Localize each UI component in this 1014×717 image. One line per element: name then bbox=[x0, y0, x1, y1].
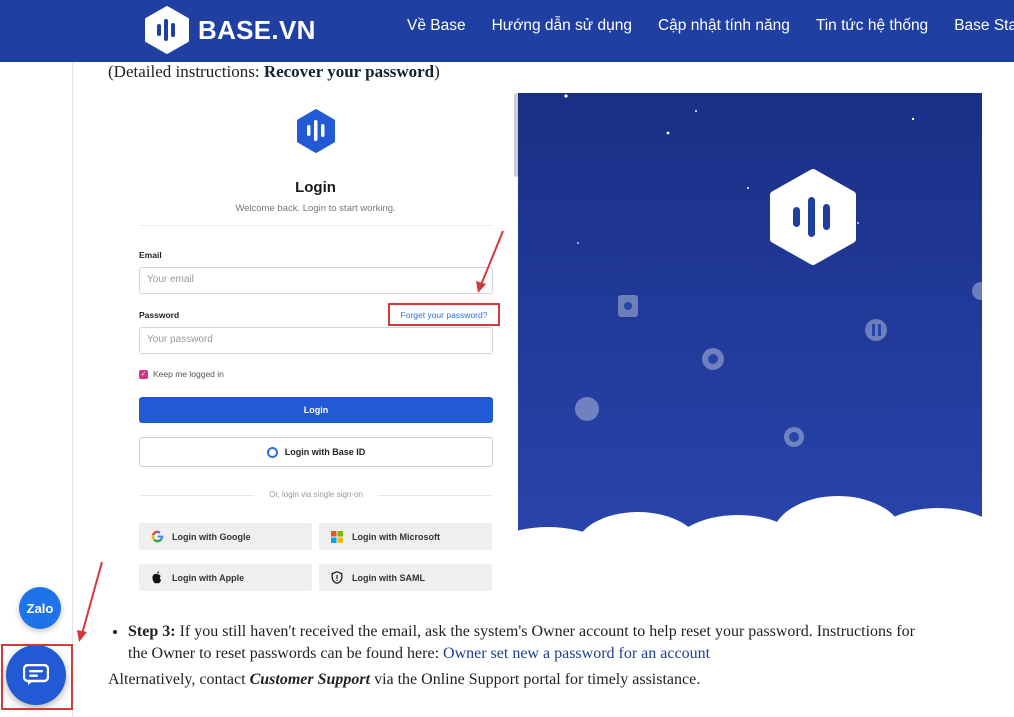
nav-link-guide[interactable]: Hướng dẫn sử dụng bbox=[492, 17, 632, 35]
login-subtitle: Welcome back. Login to start working. bbox=[235, 203, 396, 214]
step-3-label: Step 3: bbox=[128, 623, 176, 640]
shield-icon bbox=[330, 571, 344, 585]
brand-logo[interactable]: BASE.VN bbox=[144, 6, 316, 54]
step-3: Step 3: If you still haven't received th… bbox=[108, 621, 938, 665]
microsoft-label: Login with Microsoft bbox=[352, 531, 440, 542]
top-navbar: BASE.VN Về Base Hướng dẫn sử dụng Cập nh… bbox=[0, 0, 1014, 62]
intro-text: (Detailed instructions: Recover your pas… bbox=[108, 62, 440, 82]
content-divider bbox=[72, 62, 73, 717]
checkmark-icon: ✓ bbox=[139, 369, 148, 379]
password-field[interactable]: Your password bbox=[139, 327, 493, 354]
login-screenshot: Login Welcome back. Login to start worki… bbox=[108, 93, 518, 603]
keep-logged-in-label: Keep me logged in bbox=[153, 369, 224, 379]
base-logo-icon bbox=[145, 6, 189, 54]
nav-link-about[interactable]: Về Base bbox=[407, 17, 466, 35]
zalo-label: Zalo bbox=[26, 600, 54, 616]
google-icon bbox=[150, 530, 164, 544]
support-suffix: via the Online Support portal for timely… bbox=[370, 671, 701, 688]
base-logo-icon bbox=[770, 169, 856, 265]
main-nav: Về Base Hướng dẫn sử dụng Cập nhật tính … bbox=[407, 17, 1014, 35]
apple-label: Login with Apple bbox=[172, 572, 245, 583]
support-text: Alternatively, contact Customer Support … bbox=[108, 669, 700, 691]
sso-divider-label: Or, login via single sign-on bbox=[269, 490, 363, 499]
apple-icon bbox=[150, 571, 164, 585]
microsoft-icon bbox=[330, 530, 344, 544]
base-id-label: Login with Base ID bbox=[284, 447, 366, 457]
nav-link-status[interactable]: Base Status bbox=[954, 17, 1014, 35]
brand-name: BASE.VN bbox=[198, 14, 316, 45]
support-prefix: Alternatively, contact bbox=[108, 671, 250, 688]
password-label: Password bbox=[139, 310, 180, 320]
saml-label: Login with SAML bbox=[352, 572, 425, 583]
base-logo-icon bbox=[297, 109, 335, 153]
intro-suffix: ) bbox=[434, 62, 440, 81]
login-microsoft-button[interactable]: Login with Microsoft bbox=[319, 523, 492, 550]
email-field[interactable]: Your email bbox=[139, 267, 493, 294]
intro-prefix: (Detailed instructions: bbox=[108, 62, 264, 81]
nav-link-updates[interactable]: Cập nhật tính năng bbox=[658, 17, 790, 35]
login-button[interactable]: Login bbox=[139, 397, 493, 423]
login-title: Login bbox=[295, 179, 336, 196]
zalo-chat-button[interactable]: Zalo bbox=[19, 587, 61, 629]
login-google-button[interactable]: Login with Google bbox=[139, 523, 312, 550]
login-illustration bbox=[518, 93, 982, 593]
login-apple-button[interactable]: Login with Apple bbox=[139, 564, 312, 591]
customer-support-text: Customer Support bbox=[249, 671, 371, 688]
email-label: Email bbox=[139, 250, 162, 260]
forgot-password-link[interactable]: Forget your password? bbox=[388, 303, 500, 326]
keep-logged-in-checkbox[interactable]: ✓ Keep me logged in bbox=[139, 369, 224, 379]
step-3-item: Step 3: If you still haven't received th… bbox=[128, 621, 938, 665]
login-saml-button[interactable]: Login with SAML bbox=[319, 564, 492, 591]
divider bbox=[139, 225, 493, 226]
google-label: Login with Google bbox=[172, 531, 251, 542]
login-base-id-button[interactable]: Login with Base ID bbox=[139, 437, 493, 467]
recover-password-link[interactable]: Recover your password bbox=[264, 62, 434, 81]
sso-divider: Or, login via single sign-on bbox=[139, 490, 493, 500]
nav-link-news[interactable]: Tin tức hệ thống bbox=[816, 17, 928, 35]
owner-reset-link[interactable]: Owner set new a password for an account bbox=[443, 645, 710, 662]
chat-annotation-box bbox=[1, 644, 73, 710]
night-sky-illustration bbox=[518, 93, 982, 593]
base-id-icon bbox=[266, 446, 278, 458]
